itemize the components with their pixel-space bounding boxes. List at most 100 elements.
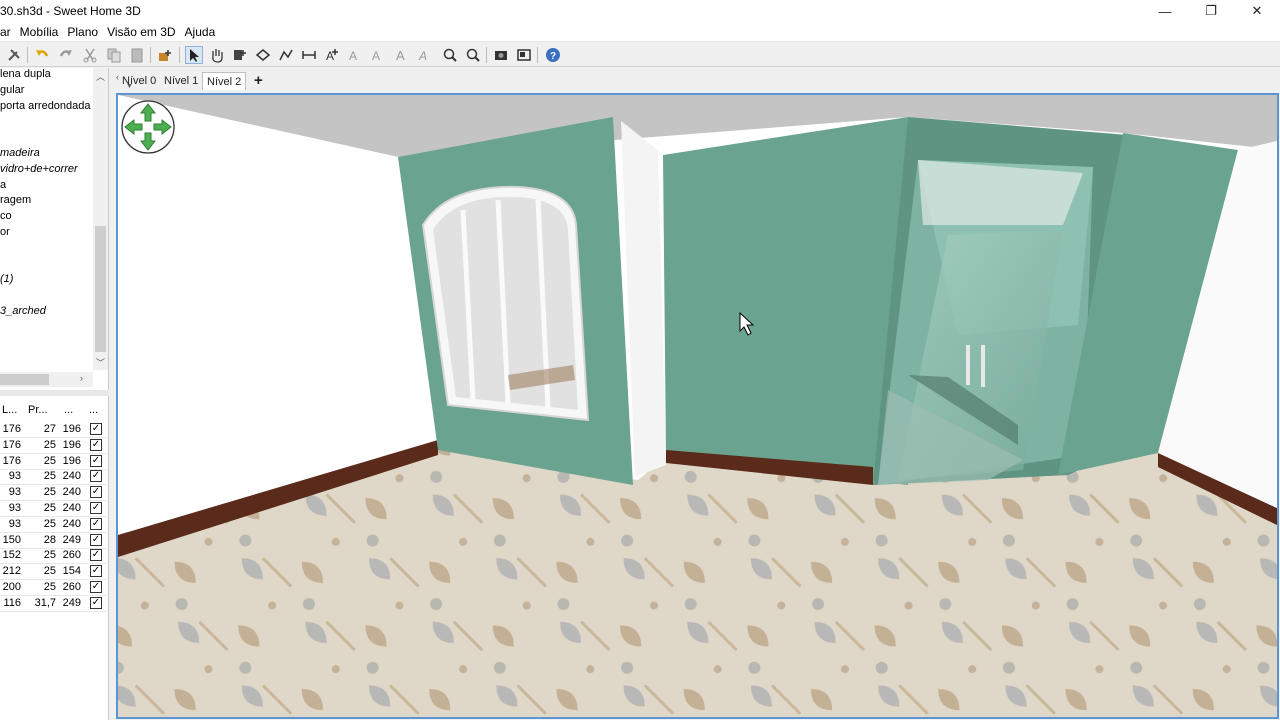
cell-depth: 25 [43, 517, 56, 530]
visible-checkbox[interactable]: ✓ [90, 502, 102, 514]
add-text-icon[interactable]: A [323, 46, 341, 64]
bold-italic-icon[interactable]: A [416, 46, 434, 64]
visible-checkbox[interactable]: ✓ [90, 533, 102, 546]
increase-text-icon[interactable]: A [369, 46, 387, 64]
table-row[interactable]: 200 25 260 ✓ [0, 580, 107, 596]
table-row[interactable]: 176 27 196 ✓ [0, 422, 107, 438]
visible-checkbox[interactable]: ✓ [90, 596, 102, 609]
column-header-visible[interactable]: ... [89, 404, 98, 416]
close-button[interactable]: ✕ [1234, 0, 1280, 22]
scroll-down-icon[interactable]: ﹀ [96, 356, 105, 369]
table-row[interactable]: 116 31,7 249 ✓ [0, 596, 107, 612]
navigation-arrows[interactable] [120, 99, 176, 158]
visible-checkbox[interactable]: ✓ [90, 470, 102, 483]
cell-height: 196 [62, 454, 81, 467]
menu-plano[interactable]: Plano [67, 25, 98, 39]
visible-checkbox[interactable]: ✓ [90, 517, 102, 530]
decrease-text-icon[interactable]: A [393, 46, 411, 64]
catalog-item[interactable]: ragem [0, 194, 31, 206]
undo-icon[interactable] [33, 46, 51, 64]
create-walls-icon[interactable] [231, 46, 249, 64]
redo-icon[interactable] [57, 46, 75, 64]
table-row[interactable]: 152 25 260 ✓ [0, 548, 107, 565]
catalog-item[interactable]: co [0, 210, 12, 222]
table-row[interactable]: 176 25 196 ✓ [0, 454, 107, 470]
catalog-item[interactable]: porta arredondada [0, 100, 91, 112]
create-rooms-icon[interactable] [254, 46, 272, 64]
visible-checkbox[interactable]: ✓ [90, 486, 102, 499]
create-photo-icon[interactable] [492, 46, 510, 64]
window-title: 30.sh3d - Sweet Home 3D [0, 4, 141, 18]
visible-checkbox[interactable]: ✓ [90, 581, 102, 593]
catalog-item[interactable]: a [0, 179, 6, 191]
copy-icon[interactable] [105, 46, 123, 64]
menu-bar: ar Mobília Plano Visão em 3D Ajuda [0, 22, 1280, 42]
table-row[interactable]: 93 25 240 ✓ [0, 485, 107, 502]
cell-width: 212 [2, 565, 21, 578]
cell-width: 93 [8, 486, 21, 499]
cut-icon[interactable] [81, 46, 99, 64]
catalog-item[interactable]: or [0, 226, 10, 238]
cell-depth: 25 [43, 565, 56, 578]
add-level-button[interactable]: + [250, 72, 267, 90]
scroll-thumb[interactable] [0, 374, 49, 385]
catalog-item[interactable]: 3_arched [0, 305, 46, 317]
scroll-right-icon[interactable]: › [80, 373, 83, 383]
maximize-button[interactable]: ❐ [1188, 0, 1234, 22]
paste-icon[interactable] [128, 46, 146, 64]
cell-width: 150 [2, 533, 21, 546]
3d-view[interactable] [116, 93, 1279, 719]
add-furniture-icon[interactable] [156, 46, 174, 64]
visible-checkbox[interactable]: ✓ [90, 438, 102, 451]
catalog-horizontal-scrollbar[interactable]: › [0, 372, 93, 387]
menu-visao-3d[interactable]: Visão em 3D [107, 25, 175, 39]
modify-text-icon[interactable]: A [346, 46, 364, 64]
table-row[interactable]: 93 25 240 ✓ [0, 501, 107, 517]
pan-icon[interactable] [208, 46, 226, 64]
cell-width: 200 [2, 581, 21, 593]
tab-nivel-0[interactable]: Nível 0 [118, 72, 160, 90]
visible-checkbox[interactable]: ✓ [90, 423, 102, 435]
zoom-in-icon[interactable] [441, 46, 459, 64]
preferences-icon[interactable] [5, 46, 23, 64]
svg-text:A: A [396, 48, 405, 63]
catalog-item[interactable]: lena dupla [0, 68, 51, 80]
visible-checkbox[interactable]: ✓ [90, 549, 102, 562]
tab-nivel-1[interactable]: Nível 1 [160, 72, 202, 90]
column-header-depth[interactable]: Pr... [28, 404, 48, 416]
visible-checkbox[interactable]: ✓ [90, 565, 102, 578]
create-polylines-icon[interactable] [277, 46, 295, 64]
table-row[interactable]: 93 25 240 ✓ [0, 469, 107, 486]
scroll-thumb[interactable] [95, 226, 106, 352]
svg-text:?: ? [550, 51, 556, 62]
scroll-up-icon[interactable]: ︿ [96, 70, 105, 83]
catalog-item[interactable]: vidro+de+correr [0, 163, 78, 175]
cell-depth: 25 [43, 502, 56, 514]
table-row[interactable]: 150 28 249 ✓ [0, 533, 107, 549]
create-video-icon[interactable] [515, 46, 533, 64]
cell-height: 196 [62, 438, 81, 451]
svg-text:A: A [372, 49, 380, 63]
catalog-item[interactable]: madeira [0, 147, 40, 159]
table-row[interactable]: 176 25 196 ✓ [0, 438, 107, 454]
table-row[interactable]: 212 25 154 ✓ [0, 564, 107, 581]
green-wall-center [663, 117, 908, 485]
select-icon[interactable] [185, 46, 203, 64]
create-dimensions-icon[interactable] [300, 46, 318, 64]
catalog-item[interactable]: gular [0, 84, 24, 96]
cell-height: 240 [62, 486, 81, 499]
table-row[interactable]: 93 25 240 ✓ [0, 517, 107, 533]
minimize-button[interactable]: — [1142, 0, 1188, 22]
zoom-out-icon[interactable] [464, 46, 482, 64]
tab-nivel-2[interactable]: Nível 2 [202, 72, 247, 90]
menu-ajuda[interactable]: Ajuda [185, 25, 216, 39]
column-header-height[interactable]: ... [64, 404, 73, 416]
cell-width: 93 [8, 502, 21, 514]
catalog-item[interactable]: (1) [0, 273, 13, 285]
help-icon[interactable]: ? [544, 46, 562, 64]
menu-furniture-partial[interactable]: ar [0, 25, 11, 39]
visible-checkbox[interactable]: ✓ [90, 454, 102, 467]
column-header-width[interactable]: L... [2, 404, 17, 416]
catalog-vertical-scrollbar[interactable]: ︿ ﹀ [93, 68, 108, 370]
menu-mobilia[interactable]: Mobília [20, 25, 59, 39]
